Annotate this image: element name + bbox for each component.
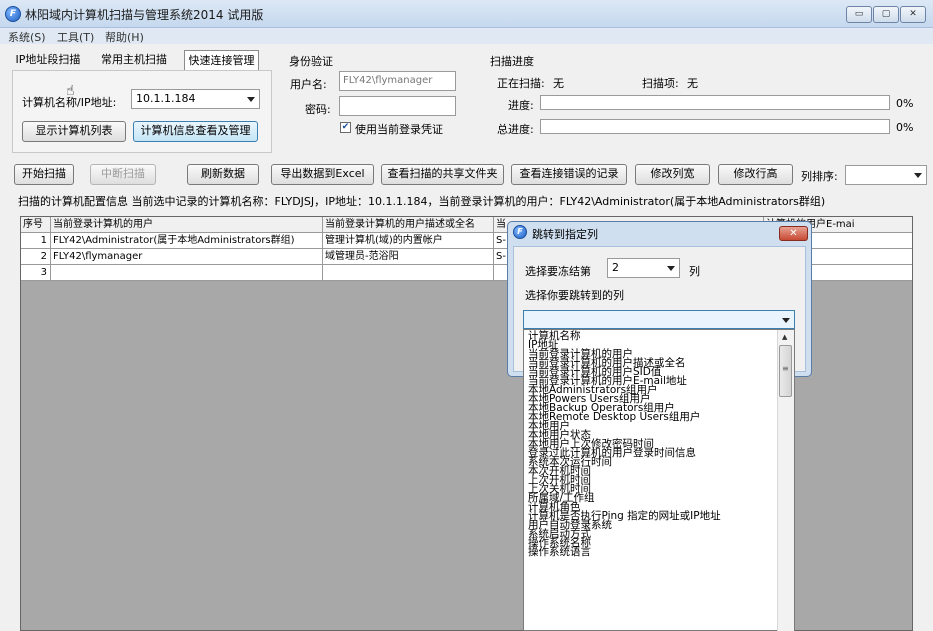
grip-icon: ≡: [782, 364, 789, 373]
freeze-column-label: 选择要冻结第: [525, 265, 591, 278]
refresh-data-button[interactable]: 刷新数据: [187, 164, 259, 185]
scanning-value: 无: [553, 77, 564, 90]
grid-header-user[interactable]: 当前登录计算机的用户: [51, 217, 323, 233]
tab-quick-connect[interactable]: 快速连接管理: [184, 50, 259, 70]
jump-column-label: 选择你要跳转到的列: [525, 289, 624, 302]
window-title: 林阳域内计算机扫描与管理系统2014 试用版: [25, 8, 264, 22]
column-sort-label: 列排序:: [801, 170, 838, 183]
grid-cell[interactable]: FLY42\Administrator(属于本地Administrators群组…: [51, 233, 323, 249]
start-scan-button[interactable]: 开始扫描: [14, 164, 74, 185]
grid-cell[interactable]: [323, 265, 494, 281]
total-progress-label: 总进度:: [497, 123, 534, 136]
grid-cell[interactable]: [51, 265, 323, 281]
progress-label: 进度:: [508, 99, 534, 112]
dialog-app-icon: F: [513, 225, 527, 239]
view-computer-info-button[interactable]: 计算机信息查看及管理: [133, 121, 258, 142]
cursor-hand-icon: ☝: [66, 83, 75, 99]
username-input[interactable]: FLY42\flymanager: [339, 71, 456, 91]
scan-item-label: 扫描项:: [642, 77, 679, 90]
username-label: 用户名:: [290, 78, 327, 91]
grid-header-user-desc[interactable]: 当前登录计算机的用户描述或全名: [323, 217, 494, 233]
progress-percent: 0%: [896, 97, 914, 110]
jump-column-combo[interactable]: [523, 310, 795, 329]
use-current-credentials-label: 使用当前登录凭证: [355, 123, 443, 136]
grid-cell[interactable]: 2: [21, 249, 51, 265]
chevron-down-icon: [667, 266, 675, 271]
app-icon: F: [5, 6, 21, 22]
grid-cell[interactable]: 3: [21, 265, 51, 281]
menu-tools[interactable]: 工具(T): [57, 29, 94, 45]
show-computer-list-button[interactable]: 显示计算机列表: [22, 121, 126, 142]
dialog-title: 跳转到指定列: [532, 228, 598, 241]
maximize-button[interactable]: ▢: [873, 6, 899, 23]
menu-system[interactable]: 系统(S): [8, 29, 46, 45]
stop-scan-button[interactable]: 中断扫描: [90, 164, 156, 185]
dialog-close-button[interactable]: ✕: [779, 226, 808, 241]
auth-title: 身份验证: [289, 55, 333, 68]
grid-cell[interactable]: 管理计算机(域)的内置帐户: [323, 233, 494, 249]
password-input[interactable]: [339, 96, 456, 116]
scan-progress-title: 扫描进度: [490, 55, 534, 68]
computer-combo[interactable]: 10.1.1.184: [131, 89, 260, 109]
grid-cell[interactable]: 域管理员-范浴阳: [323, 249, 494, 265]
password-label: 密码:: [305, 103, 331, 116]
use-current-credentials-checkbox[interactable]: ✔: [340, 122, 351, 133]
current-selection-info: 扫描的计算机配置信息 当前选中记录的计算机名称：FLYDJSJ，IP地址：10.…: [18, 195, 826, 208]
change-row-height-button[interactable]: 修改行高: [718, 164, 793, 185]
total-progress-bar: [540, 119, 890, 134]
change-column-width-button[interactable]: 修改列宽: [635, 164, 710, 185]
close-button[interactable]: ✕: [900, 6, 926, 23]
chevron-down-icon: [914, 173, 922, 178]
grid-cell[interactable]: 1: [21, 233, 51, 249]
column-dropdown-list[interactable]: 计算机名称 IP地址 当前登录计算机的用户 当前登录计算机的用户描述或全名 当前…: [523, 329, 795, 631]
minimize-button[interactable]: ▭: [846, 6, 872, 23]
tab-common-host-scan[interactable]: 常用主机扫描: [98, 50, 170, 70]
scan-item-value: 无: [687, 77, 698, 90]
scanning-label: 正在扫描:: [497, 77, 545, 90]
freeze-column-combo[interactable]: 2: [607, 258, 680, 278]
freeze-column-suffix: 列: [689, 265, 700, 278]
export-excel-button[interactable]: 导出数据到Excel: [271, 164, 374, 185]
scroll-up-arrow-icon[interactable]: ▲: [782, 333, 787, 341]
freeze-column-value: 2: [612, 261, 619, 274]
dropdown-item[interactable]: 操作系统语言: [528, 547, 591, 558]
view-shared-folders-button[interactable]: 查看扫描的共享文件夹: [381, 164, 504, 185]
grid-cell[interactable]: FLY42\flymanager: [51, 249, 323, 265]
grid-header-index[interactable]: 序号: [21, 217, 51, 233]
computer-value: 10.1.1.184: [136, 92, 196, 105]
tab-ip-range-scan[interactable]: IP地址段扫描: [15, 50, 81, 70]
progress-bar: [540, 95, 890, 110]
chevron-down-icon: [247, 97, 255, 102]
total-progress-percent: 0%: [896, 121, 914, 134]
menu-help[interactable]: 帮助(H): [105, 29, 144, 45]
column-sort-combo[interactable]: [845, 165, 927, 185]
chevron-down-icon: [782, 318, 790, 323]
view-connection-errors-button[interactable]: 查看连接错误的记录: [511, 164, 627, 185]
